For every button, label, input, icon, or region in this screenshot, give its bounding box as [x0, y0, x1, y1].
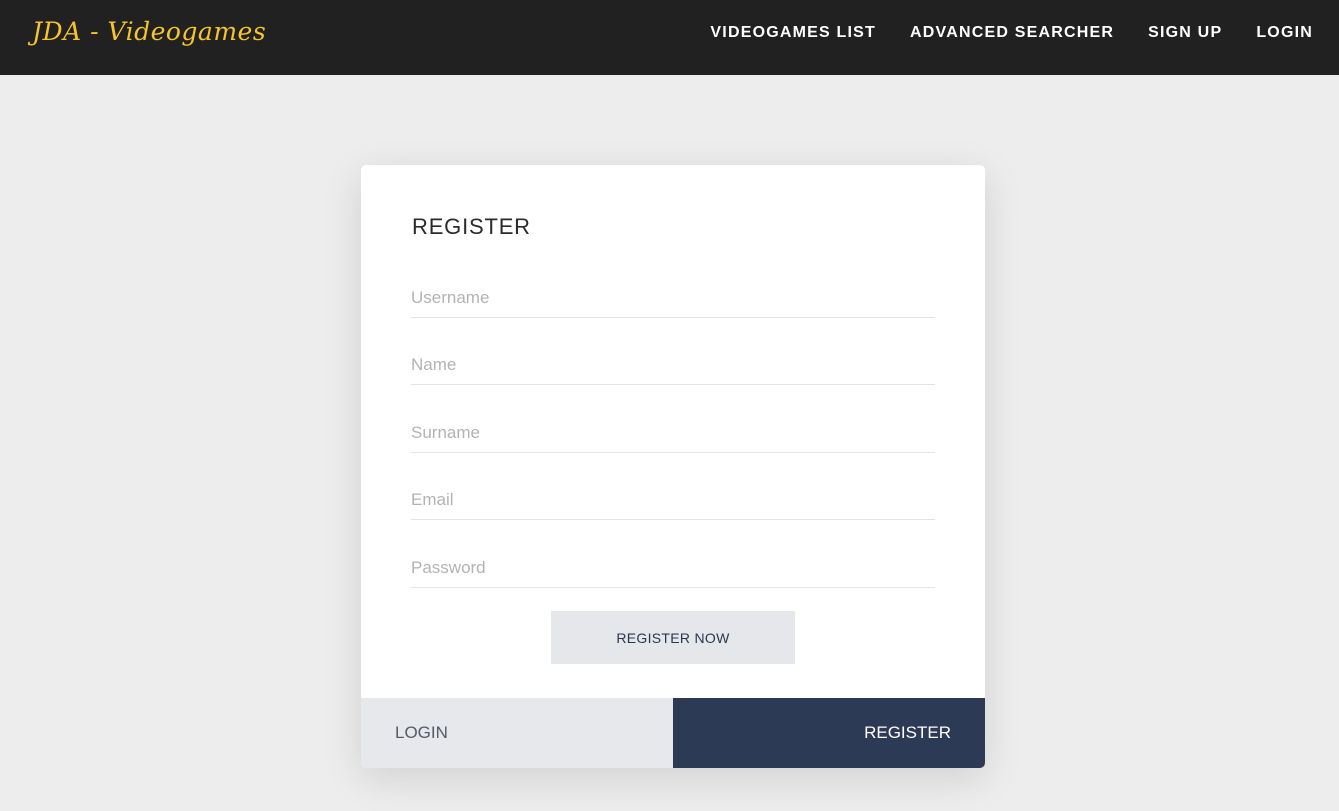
register-now-button[interactable]: REGISTER NOW: [551, 611, 795, 664]
password-field[interactable]: [411, 548, 935, 588]
name-field[interactable]: [411, 345, 935, 385]
brand-logo[interactable]: JDA - Videogames: [32, 17, 266, 46]
email-field[interactable]: [411, 480, 935, 520]
top-navbar: JDA - Videogames VIDEOGAMES LIST ADVANCE…: [0, 0, 1339, 75]
nav-videogames-list[interactable]: VIDEOGAMES LIST: [710, 24, 876, 42]
tab-register[interactable]: REGISTER: [673, 698, 985, 768]
nav-login[interactable]: LOGIN: [1256, 24, 1313, 42]
register-card: REGISTER REGISTER NOW LOGIN REGISTER: [361, 165, 985, 768]
surname-field[interactable]: [411, 413, 935, 453]
main-nav: VIDEOGAMES LIST ADVANCED SEARCHER SIGN U…: [676, 24, 1313, 42]
form-title: REGISTER: [412, 214, 531, 239]
tab-login[interactable]: LOGIN: [361, 698, 673, 768]
username-field[interactable]: [411, 278, 935, 318]
nav-advanced-searcher[interactable]: ADVANCED SEARCHER: [910, 24, 1114, 42]
nav-sign-up[interactable]: SIGN UP: [1148, 24, 1222, 42]
